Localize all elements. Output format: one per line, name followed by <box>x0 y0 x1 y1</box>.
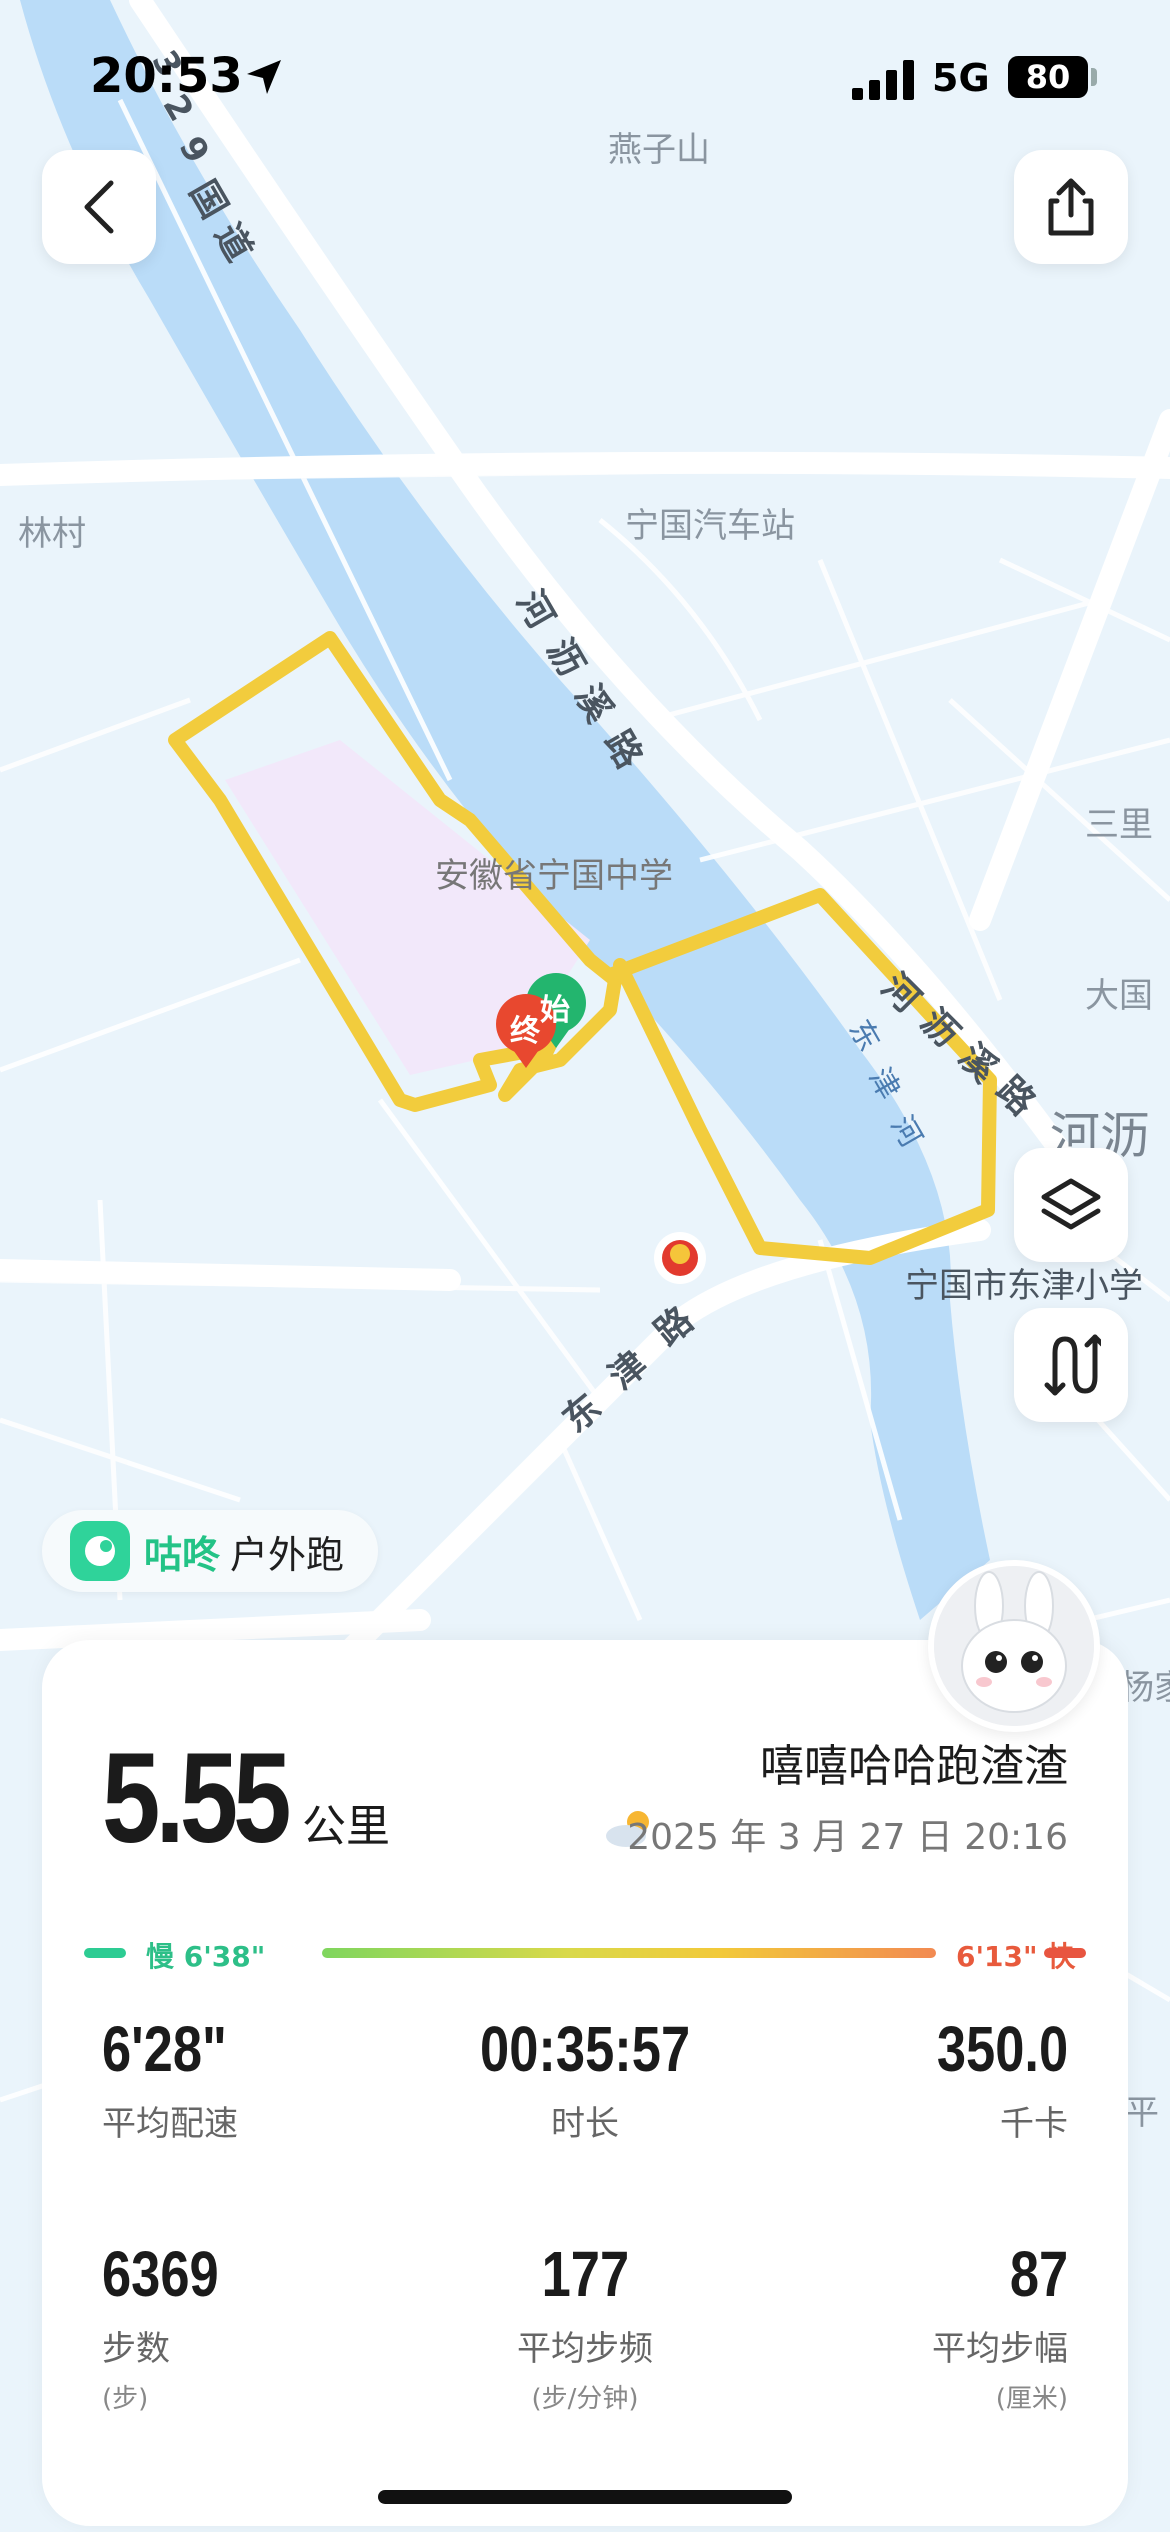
map-layers-button[interactable] <box>1014 1148 1128 1262</box>
map-label-school: 安徽省宁国中学 <box>435 856 673 896</box>
bunny-avatar-icon <box>934 1566 1094 1726</box>
map-label-primary-school: 宁国市东津小学 <box>905 1266 1143 1306</box>
stat-value: 87 <box>1009 2238 1068 2310</box>
stat-stride: 87 平均步幅 (厘米) <box>728 2237 1068 2415</box>
brand-name: 咕咚 <box>144 1532 221 1577</box>
pace-legend: 慢 6'38" 6'13" 快 <box>84 1933 1086 1973</box>
stat-value: 350.0 <box>936 2013 1068 2085</box>
signal-icon <box>852 60 914 100</box>
stat-label: 平均配速 <box>102 2104 238 2144</box>
stat-value: 6369 <box>102 2238 219 2310</box>
route-replay-button[interactable] <box>1014 1308 1128 1422</box>
stat-label: 平均步频 <box>517 2329 653 2369</box>
summary-card: 5.55 公里 嘻嘻哈哈跑渣渣 2025 年 3 月 27 日 20:16 慢 … <box>42 1640 1128 2526</box>
username: 嘻嘻哈哈跑渣渣 <box>760 1741 1068 1792</box>
back-button[interactable] <box>42 150 156 264</box>
stat-cadence: 177 平均步频 (步/分钟) <box>415 2237 755 2415</box>
battery-tip <box>1091 68 1097 86</box>
map-label-ping: 平 <box>1125 2093 1159 2133</box>
codoon-logo-icon <box>70 1521 130 1581</box>
distance-value: 5.55 <box>102 1727 292 1870</box>
pace-slow-label: 慢 6'38" <box>146 1940 266 1973</box>
layers-icon <box>1041 1178 1101 1230</box>
pace-fast-marker <box>1044 1948 1086 1958</box>
pace-gradient <box>322 1948 936 1958</box>
pace-slow-marker <box>84 1948 126 1958</box>
stat-value: 6'28" <box>102 2013 227 2085</box>
route-curve-icon <box>1044 1334 1101 1396</box>
avatar[interactable] <box>928 1560 1100 1732</box>
share-icon <box>1048 178 1094 236</box>
gas-station-icon <box>654 1232 706 1284</box>
status-bar: 20:53 5G 80 <box>0 0 1170 150</box>
activity-datetime: 2025 年 3 月 27 日 20:16 <box>627 1817 1068 1858</box>
map-label-lincun: 林村 <box>18 514 86 554</box>
activity-type: 户外跑 <box>230 1532 345 1577</box>
battery-icon: 80 <box>1008 56 1088 98</box>
start-marker-label: 始 <box>540 993 570 1028</box>
stat-value: 177 <box>541 2238 629 2310</box>
stat-label: 步数 <box>102 2329 170 2369</box>
stat-label: 千卡 <box>1000 2104 1068 2144</box>
network-type: 5G <box>932 56 990 100</box>
share-button[interactable] <box>1014 150 1128 264</box>
stat-avg-pace: 6'28" 平均配速 <box>102 2012 442 2145</box>
brand-chip: 咕咚 户外跑 <box>42 1510 378 1592</box>
stat-duration: 00:35:57 时长 <box>415 2012 755 2145</box>
home-indicator[interactable] <box>378 2490 792 2504</box>
chevron-left-icon <box>84 180 114 234</box>
stat-unit: (步/分钟) <box>531 2384 639 2414</box>
stat-unit: (厘米) <box>995 2384 1068 2414</box>
distance-unit: 公里 <box>302 1801 390 1852</box>
stat-label: 平均步幅 <box>932 2329 1068 2369</box>
stat-label: 时长 <box>551 2104 619 2144</box>
stat-calories: 350.0 千卡 <box>728 2012 1068 2145</box>
map-label-station: 宁国汽车站 <box>625 506 795 546</box>
stat-value: 00:35:57 <box>479 2013 691 2085</box>
map-label-sanli: 三里 <box>1085 805 1153 845</box>
status-time: 20:53 <box>90 48 243 104</box>
stat-unit: (步) <box>102 2384 149 2414</box>
location-arrow-icon <box>247 60 281 94</box>
end-marker-label: 终 <box>510 1014 540 1049</box>
map-label-daguo: 大国 <box>1085 976 1153 1016</box>
stat-steps: 6369 步数 (步) <box>102 2237 442 2415</box>
